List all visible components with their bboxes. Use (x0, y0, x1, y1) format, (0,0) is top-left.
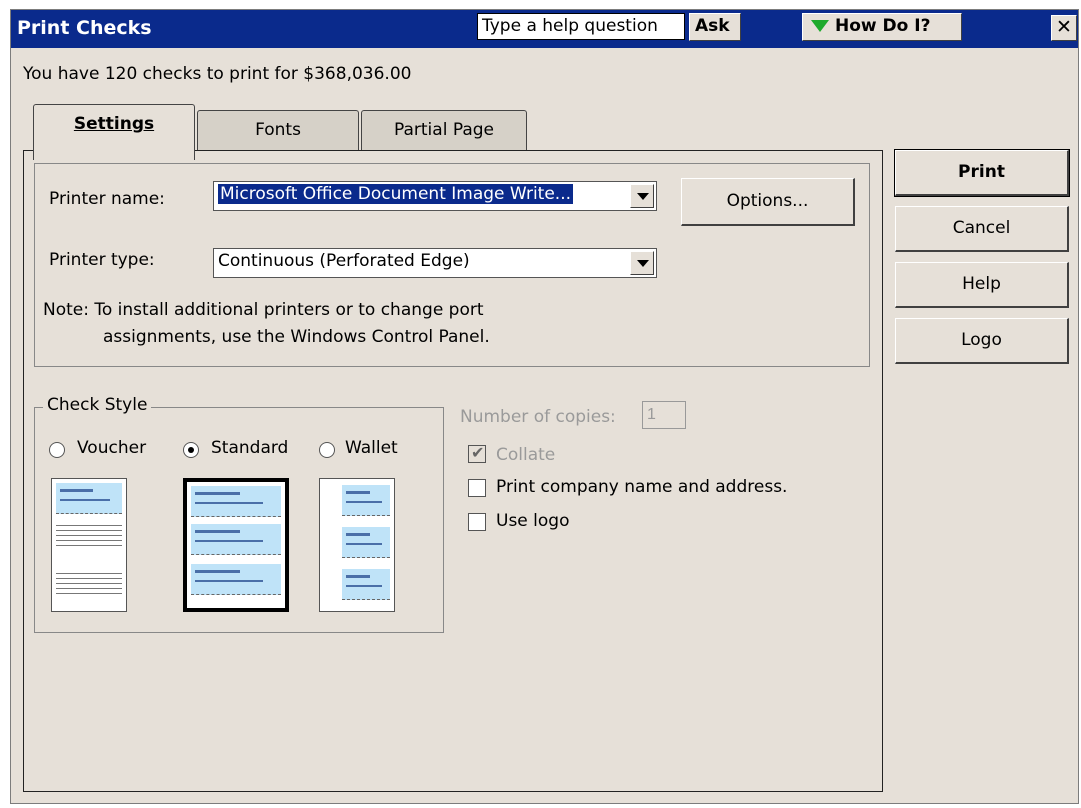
stub-lines (56, 569, 122, 597)
tab-settings-label: Settings (73, 114, 155, 134)
ask-button[interactable]: Ask (689, 13, 741, 41)
note-line-2: assignments, use the Windows Control Pan… (103, 327, 490, 347)
print-company-label: Print company name and address. (496, 477, 788, 497)
voucher-label: Voucher (77, 438, 147, 458)
check-strip (191, 524, 281, 555)
check-strip (342, 569, 390, 600)
printer-name-select[interactable]: Microsoft Office Document Image Write... (213, 181, 657, 211)
use-logo-label: Use logo (496, 511, 570, 531)
tab-partial-page[interactable]: Partial Page (361, 110, 527, 152)
check-strip (342, 527, 390, 558)
copies-input[interactable] (642, 401, 686, 429)
printer-group: Printer name: Microsoft Office Document … (34, 163, 870, 367)
copies-label: Number of copies: (460, 407, 616, 427)
printer-type-label: Printer type: (49, 250, 155, 270)
settings-panel: Printer name: Microsoft Office Document … (23, 150, 883, 792)
checkmark-icon: ✔ (471, 443, 485, 462)
how-do-i-button[interactable]: How Do I? (802, 13, 962, 41)
print-checks-dialog: Print Checks Type a help question Ask Ho… (10, 9, 1079, 804)
check-style-legend: Check Style (43, 395, 152, 415)
help-button[interactable]: Help (895, 262, 1069, 308)
printer-name-label: Printer name: (49, 189, 165, 209)
tab-settings[interactable]: Settings (33, 104, 195, 160)
tab-fonts[interactable]: Fonts (197, 110, 359, 152)
how-do-i-label: How Do I? (835, 16, 931, 36)
use-logo-checkbox[interactable] (468, 513, 486, 531)
radio-standard[interactable] (183, 442, 199, 458)
print-company-checkbox[interactable] (468, 479, 486, 497)
cancel-button[interactable]: Cancel (895, 206, 1069, 252)
stub-lines (56, 521, 122, 549)
options-button[interactable]: Options... (681, 178, 855, 226)
check-strip (342, 485, 390, 516)
window-title: Print Checks (17, 17, 152, 39)
check-strip (56, 483, 122, 514)
check-strip (191, 486, 281, 517)
tab-fonts-label: Fonts (255, 120, 301, 140)
help-question-input[interactable]: Type a help question (477, 13, 685, 40)
dropdown-arrow-icon (811, 20, 829, 32)
title-bar: Print Checks Type a help question Ask Ho… (11, 10, 1078, 48)
print-button[interactable]: Print (894, 149, 1070, 197)
checks-summary: You have 120 checks to print for $368,03… (23, 64, 412, 84)
collate-checkbox[interactable]: ✔ (468, 443, 486, 463)
voucher-preview[interactable] (51, 478, 127, 612)
standard-label: Standard (211, 438, 289, 458)
close-icon: ✕ (1056, 16, 1072, 38)
check-style-group: Check Style Voucher Standard Wallet (34, 395, 444, 633)
chevron-down-icon[interactable] (630, 251, 654, 275)
wallet-label: Wallet (345, 438, 398, 458)
chevron-down-icon[interactable] (630, 184, 654, 208)
collate-label: Collate (496, 445, 556, 465)
check-strip (191, 564, 281, 595)
note-line-1: Note: To install additional printers or … (43, 300, 484, 320)
radio-voucher[interactable] (49, 442, 65, 458)
printer-type-select[interactable]: Continuous (Perforated Edge) (213, 248, 657, 278)
wallet-preview[interactable] (319, 478, 395, 612)
printer-type-value: Continuous (Perforated Edge) (218, 251, 470, 271)
logo-button[interactable]: Logo (895, 318, 1069, 364)
tab-partial-page-label: Partial Page (394, 120, 494, 140)
printer-name-value: Microsoft Office Document Image Write... (218, 184, 574, 204)
close-button[interactable]: ✕ (1051, 15, 1077, 41)
standard-preview[interactable] (183, 478, 289, 612)
radio-wallet[interactable] (319, 442, 335, 458)
